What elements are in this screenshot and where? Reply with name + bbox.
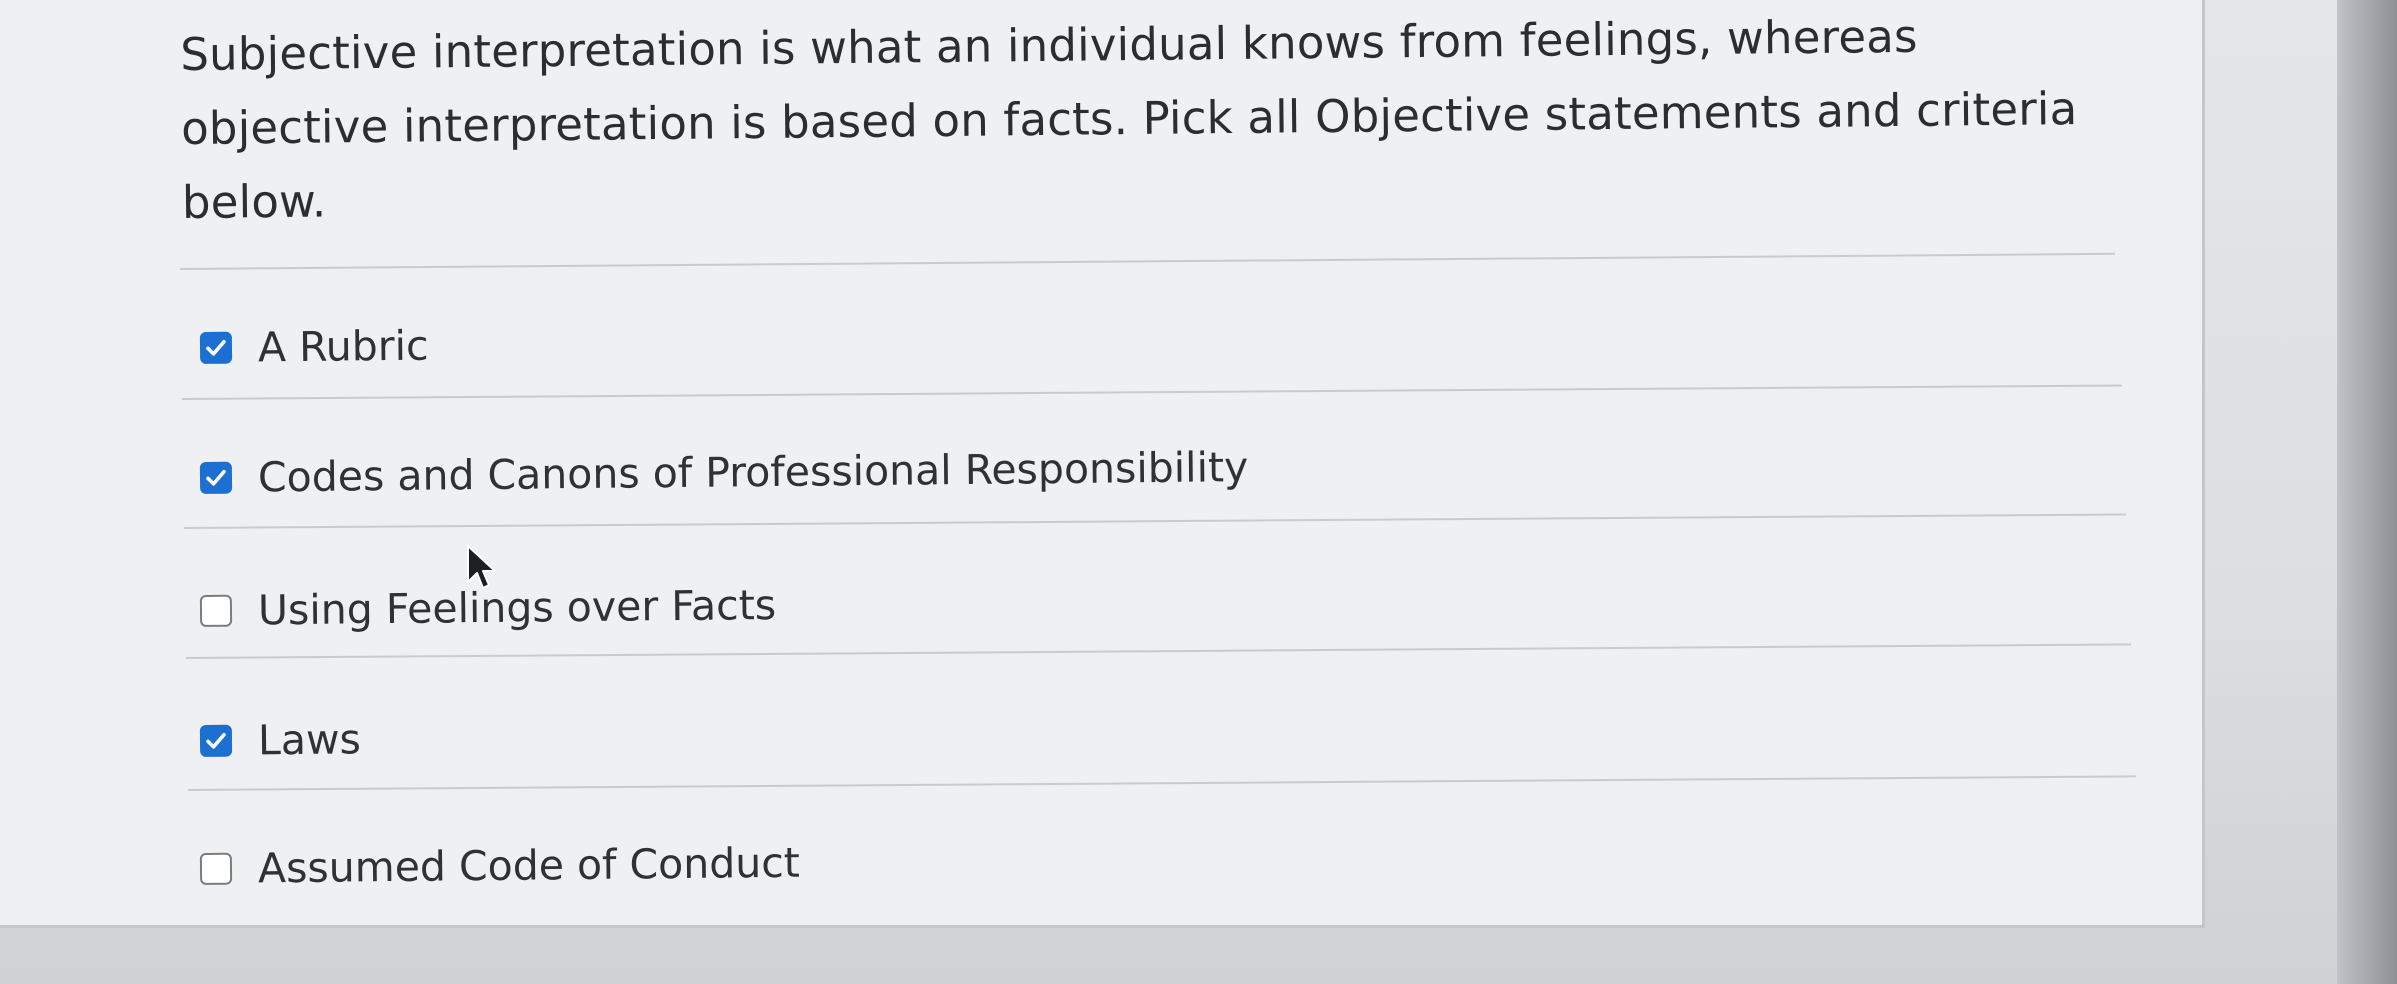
checkmark-icon xyxy=(206,469,226,486)
screen: Subjective interpretation is what an ind… xyxy=(0,0,2397,984)
question-card: Subjective interpretation is what an ind… xyxy=(0,0,2205,928)
mouse-pointer-icon xyxy=(467,545,496,589)
checkbox-checked[interactable] xyxy=(199,331,233,364)
option-codes-and-canons[interactable]: Codes and Canons of Professional Respons… xyxy=(199,443,1249,502)
option-label: Using Feelings over Facts xyxy=(257,580,777,635)
checkbox-unchecked[interactable] xyxy=(199,852,233,885)
option-assumed-code-of-conduct[interactable]: Assumed Code of Conduct xyxy=(199,838,801,893)
checkbox-checked[interactable] xyxy=(199,724,233,757)
checkmark-icon xyxy=(206,339,226,356)
checkbox-checked[interactable] xyxy=(199,461,233,494)
checkbox-unchecked[interactable] xyxy=(199,594,233,627)
option-label: Codes and Canons of Professional Respons… xyxy=(257,443,1249,502)
option-a-rubric[interactable]: A Rubric xyxy=(199,321,429,372)
answer-options: A Rubric Codes and Canons of Professiona… xyxy=(0,0,2205,928)
screen-bezel xyxy=(2337,0,2397,984)
checkmark-icon xyxy=(206,732,226,749)
option-laws[interactable]: Laws xyxy=(199,715,362,765)
option-label: A Rubric xyxy=(257,321,429,372)
option-label: Assumed Code of Conduct xyxy=(257,838,801,893)
option-label: Laws xyxy=(257,715,362,765)
